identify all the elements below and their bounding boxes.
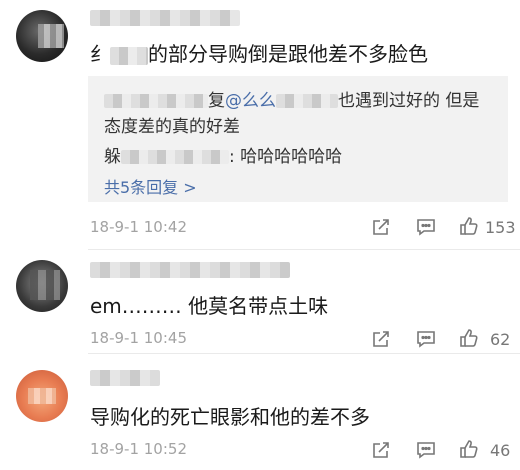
- comment-text: em……… 他莫名带点土味: [90, 294, 329, 318]
- username-censored[interactable]: [90, 262, 290, 278]
- avatar-mosaic: [30, 270, 60, 300]
- comment-icon[interactable]: [415, 216, 437, 238]
- censored-text: [110, 46, 148, 65]
- censored-username: [104, 94, 208, 108]
- avatar-mosaic: [28, 388, 56, 404]
- reply-line-1-tail: 也遇到过好的 但是: [338, 91, 480, 111]
- avatar-mosaic: [38, 24, 64, 48]
- share-icon[interactable]: [370, 216, 392, 238]
- comment-icon[interactable]: [415, 328, 437, 350]
- timestamp: 18-9-1 10:45: [90, 329, 187, 347]
- avatar[interactable]: [16, 260, 68, 312]
- thumbs-up-icon[interactable]: [458, 327, 480, 349]
- username-censored[interactable]: [90, 10, 240, 26]
- thumbs-up-icon[interactable]: [458, 438, 480, 460]
- comment-text: 导购化的死亡眼影和他的差不多: [90, 405, 370, 429]
- comment-item: 纟 的部分导购倒是跟他差不多脸色 复@么么 也遇到过好的 但是 态度差的真的好差 躲…: [0, 0, 520, 250]
- timestamp: 18-9-1 10:52: [90, 440, 187, 458]
- reply-box: 复@么么 也遇到过好的 但是 态度差的真的好差 躲 : 哈哈哈哈哈哈 共5条回复 >: [88, 76, 508, 202]
- share-icon[interactable]: [370, 328, 392, 350]
- comment-item: 导购化的死亡眼影和他的差不多 18-9-1 10:52 46: [0, 354, 520, 470]
- reply-line-1: 复@么么 也遇到过好的 但是: [104, 86, 479, 111]
- username-censored[interactable]: [90, 370, 160, 386]
- comment-text-body: 的部分导购倒是跟他差不多脸色: [148, 42, 428, 66]
- censored-username: [121, 150, 229, 164]
- reply-line-3: 躲 : 哈哈哈哈哈哈: [104, 142, 342, 167]
- reply-line-3-lead: 躲: [104, 147, 121, 167]
- thumbs-up-icon[interactable]: [458, 215, 480, 237]
- reply-line-1-mid: 复: [208, 91, 225, 111]
- comment-item: em……… 他莫名带点土味 18-9-1 10:45 62: [0, 250, 520, 354]
- like-count: 62: [490, 330, 511, 349]
- reply-line-2: 态度差的真的好差: [104, 117, 240, 137]
- comment-text-lead: 纟: [90, 42, 110, 66]
- timestamp: 18-9-1 10:42: [90, 218, 187, 236]
- like-count: 153: [485, 218, 516, 237]
- comment-text: 纟 的部分导购倒是跟他差不多脸色: [90, 38, 428, 67]
- avatar[interactable]: [16, 370, 68, 422]
- comment-icon[interactable]: [415, 439, 437, 461]
- avatar[interactable]: [16, 10, 68, 62]
- reply-mention[interactable]: @么么: [225, 91, 276, 111]
- like-count: 46: [490, 441, 511, 460]
- censored-mention: [276, 94, 338, 108]
- share-icon[interactable]: [370, 439, 392, 461]
- more-replies-link[interactable]: 共5条回复 >: [104, 174, 197, 198]
- reply-line-3-tail: : 哈哈哈哈哈哈: [229, 147, 343, 167]
